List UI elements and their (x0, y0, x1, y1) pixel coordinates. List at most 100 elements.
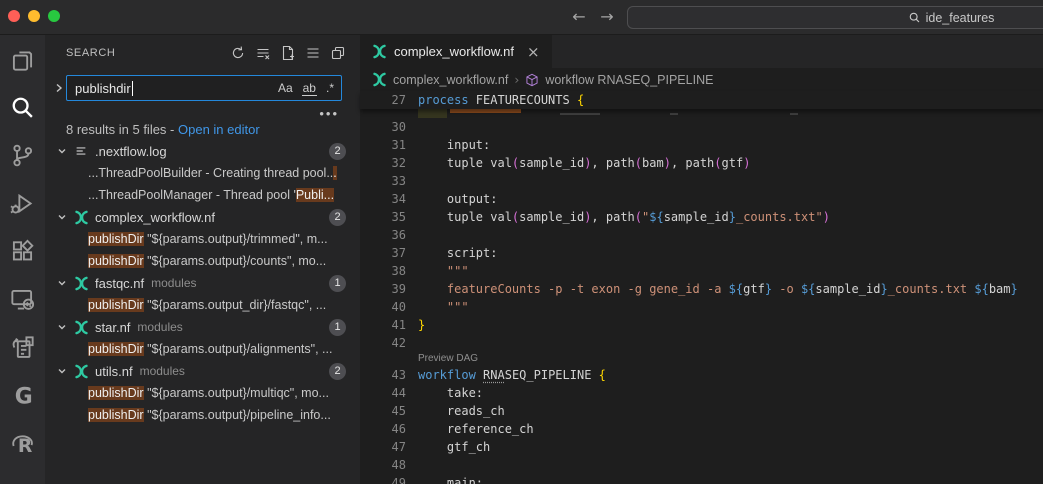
code-line[interactable]: 37 script: (360, 244, 1043, 262)
search-sidebar: SEARCH publishdir Aa ab .* ••• 8 results… (45, 35, 360, 484)
code-line[interactable]: 38 """ (360, 262, 1043, 280)
partial-bottom-icon[interactable] (0, 467, 45, 484)
code-line[interactable]: 40 """ (360, 298, 1043, 316)
toggle-replace-button[interactable] (54, 80, 64, 96)
tasks-icon[interactable] (0, 323, 45, 371)
search-match-row[interactable]: publishDir "${params.output}/pipeline_in… (45, 404, 360, 426)
search-match-row[interactable]: publishDir "${params.output}/alignments"… (45, 338, 360, 360)
code-line[interactable]: 45 reads_ch (360, 402, 1043, 420)
codelens-link[interactable]: Preview DAG (360, 352, 1043, 366)
code-lines: 3031 input:32 tuple val(sample_id), path… (360, 118, 1043, 484)
explorer-icon[interactable] (0, 35, 45, 83)
nextflow-file-icon (74, 320, 89, 335)
open-search-editor-icon[interactable] (330, 45, 346, 61)
code-line[interactable]: 41} (360, 316, 1043, 334)
new-search-editor-icon[interactable] (280, 45, 296, 61)
code-line[interactable]: 36 (360, 226, 1043, 244)
code-line[interactable]: 31 input: (360, 136, 1043, 154)
code-line[interactable]: 39 featureCounts -p -t exon -g gene_id -… (360, 280, 1043, 298)
file-row[interactable]: utils.nf modules 2 (45, 360, 360, 382)
chevron-down-icon[interactable] (57, 278, 67, 288)
code-line[interactable]: 34 output: (360, 190, 1043, 208)
search-match-row[interactable]: publishDir "${params.output}/multiqc", m… (45, 382, 360, 404)
match-count-badge: 2 (329, 143, 346, 160)
close-window-button[interactable] (8, 10, 20, 22)
search-match-row[interactable]: publishDir "${params.output_dir}/fastqc"… (45, 294, 360, 316)
match-case-toggle[interactable]: Aa (277, 81, 294, 95)
editor-group: complex_workflow.nf × complex_workflow.n… (360, 35, 1043, 484)
clear-search-results-icon[interactable] (255, 45, 271, 61)
breadcrumb-symbol[interactable]: workflow RNASEQ_PIPELINE (545, 73, 713, 87)
open-in-editor-link[interactable]: Open in editor (178, 122, 260, 137)
command-center[interactable]: ide_features (627, 6, 1043, 29)
code-line[interactable]: 30 (360, 118, 1043, 136)
r-language-icon[interactable]: R (0, 419, 45, 467)
file-description: modules (140, 364, 185, 378)
whole-word-toggle[interactable]: ab (302, 81, 317, 96)
code-line[interactable]: 47 gtf_ch (360, 438, 1043, 456)
line-number: 48 (360, 456, 406, 474)
search-icon[interactable] (0, 83, 45, 131)
gitlens-icon[interactable]: G (0, 371, 45, 419)
line-number: 40 (360, 298, 406, 316)
minimize-window-button[interactable] (28, 10, 40, 22)
run-debug-icon[interactable] (0, 179, 45, 227)
chevron-down-icon[interactable] (57, 212, 67, 222)
search-match-row[interactable]: ...ThreadPoolBuilder - Creating thread p… (45, 162, 360, 184)
file-name: .nextflow.log (95, 144, 167, 159)
code-line[interactable]: 32 tuple val(sample_id), path(bam), path… (360, 154, 1043, 172)
title-bar: ← → ide_features (0, 0, 1043, 35)
tab-complex-workflow[interactable]: complex_workflow.nf × (360, 35, 552, 68)
breadcrumb-separator: › (514, 72, 519, 87)
line-number: 30 (360, 118, 406, 136)
line-number: 43 (360, 366, 406, 384)
line-number: 41 (360, 316, 406, 334)
code-line[interactable]: 42 (360, 334, 1043, 352)
code-line[interactable]: 49 main: (360, 474, 1043, 484)
file-row[interactable]: .nextflow.log 2 (45, 140, 360, 162)
match-count-badge: 2 (329, 363, 346, 380)
file-row[interactable]: complex_workflow.nf 2 (45, 206, 360, 228)
search-match-row[interactable]: ...ThreadPoolManager - Thread pool 'Publ… (45, 184, 360, 206)
search-input[interactable]: publishdir Aa ab .* (66, 75, 342, 101)
chevron-down-icon[interactable] (57, 366, 67, 376)
navigate-back-button[interactable]: ← (568, 6, 590, 28)
search-match-row[interactable]: publishDir "${params.output}/trimmed", m… (45, 228, 360, 250)
line-number: 27 (360, 91, 406, 109)
code-line[interactable]: 35 tuple val(sample_id), path("${sample_… (360, 208, 1043, 226)
source-control-icon[interactable] (0, 131, 45, 179)
chevron-down-icon[interactable] (57, 322, 67, 332)
line-number: 34 (360, 190, 406, 208)
code-line[interactable]: 33 (360, 172, 1043, 190)
remote-explorer-icon[interactable] (0, 275, 45, 323)
line-number: 31 (360, 136, 406, 154)
match-count-badge: 1 (329, 319, 346, 336)
line-number: 47 (360, 438, 406, 456)
line-number: 38 (360, 262, 406, 280)
regex-toggle[interactable]: .* (325, 81, 335, 95)
line-number: 35 (360, 208, 406, 226)
line-number: 44 (360, 384, 406, 402)
close-tab-icon[interactable]: × (527, 43, 540, 61)
extensions-icon[interactable] (0, 227, 45, 275)
code-line[interactable]: 44 take: (360, 384, 1043, 402)
file-row[interactable]: fastqc.nf modules 1 (45, 272, 360, 294)
toggle-search-details-icon[interactable]: ••• (319, 106, 339, 121)
breadcrumb-file[interactable]: complex_workflow.nf (393, 73, 508, 87)
nextflow-file-icon (372, 44, 387, 59)
match-text-before: ...ThreadPoolManager - Thread pool ' (88, 188, 296, 202)
search-match-row[interactable]: publishDir "${params.output}/counts", mo… (45, 250, 360, 272)
line-number: 49 (360, 474, 406, 484)
match-text-before: ...ThreadPoolBuilder - Creating thread p… (88, 166, 333, 180)
collapse-all-icon[interactable] (305, 45, 321, 61)
navigate-forward-button[interactable]: → (596, 6, 618, 28)
chevron-down-icon[interactable] (57, 146, 67, 156)
code-line[interactable]: 46 reference_ch (360, 420, 1043, 438)
log-file-icon (74, 144, 88, 158)
code-line[interactable]: 43workflow RNASEQ_PIPELINE { (360, 366, 1043, 384)
zoom-window-button[interactable] (48, 10, 60, 22)
file-row[interactable]: star.nf modules 1 (45, 316, 360, 338)
sticky-scroll-line[interactable]: 27 process FEATURECOUNTS { (360, 91, 1043, 109)
code-line[interactable]: 48 (360, 456, 1043, 474)
refresh-icon[interactable] (230, 45, 246, 61)
